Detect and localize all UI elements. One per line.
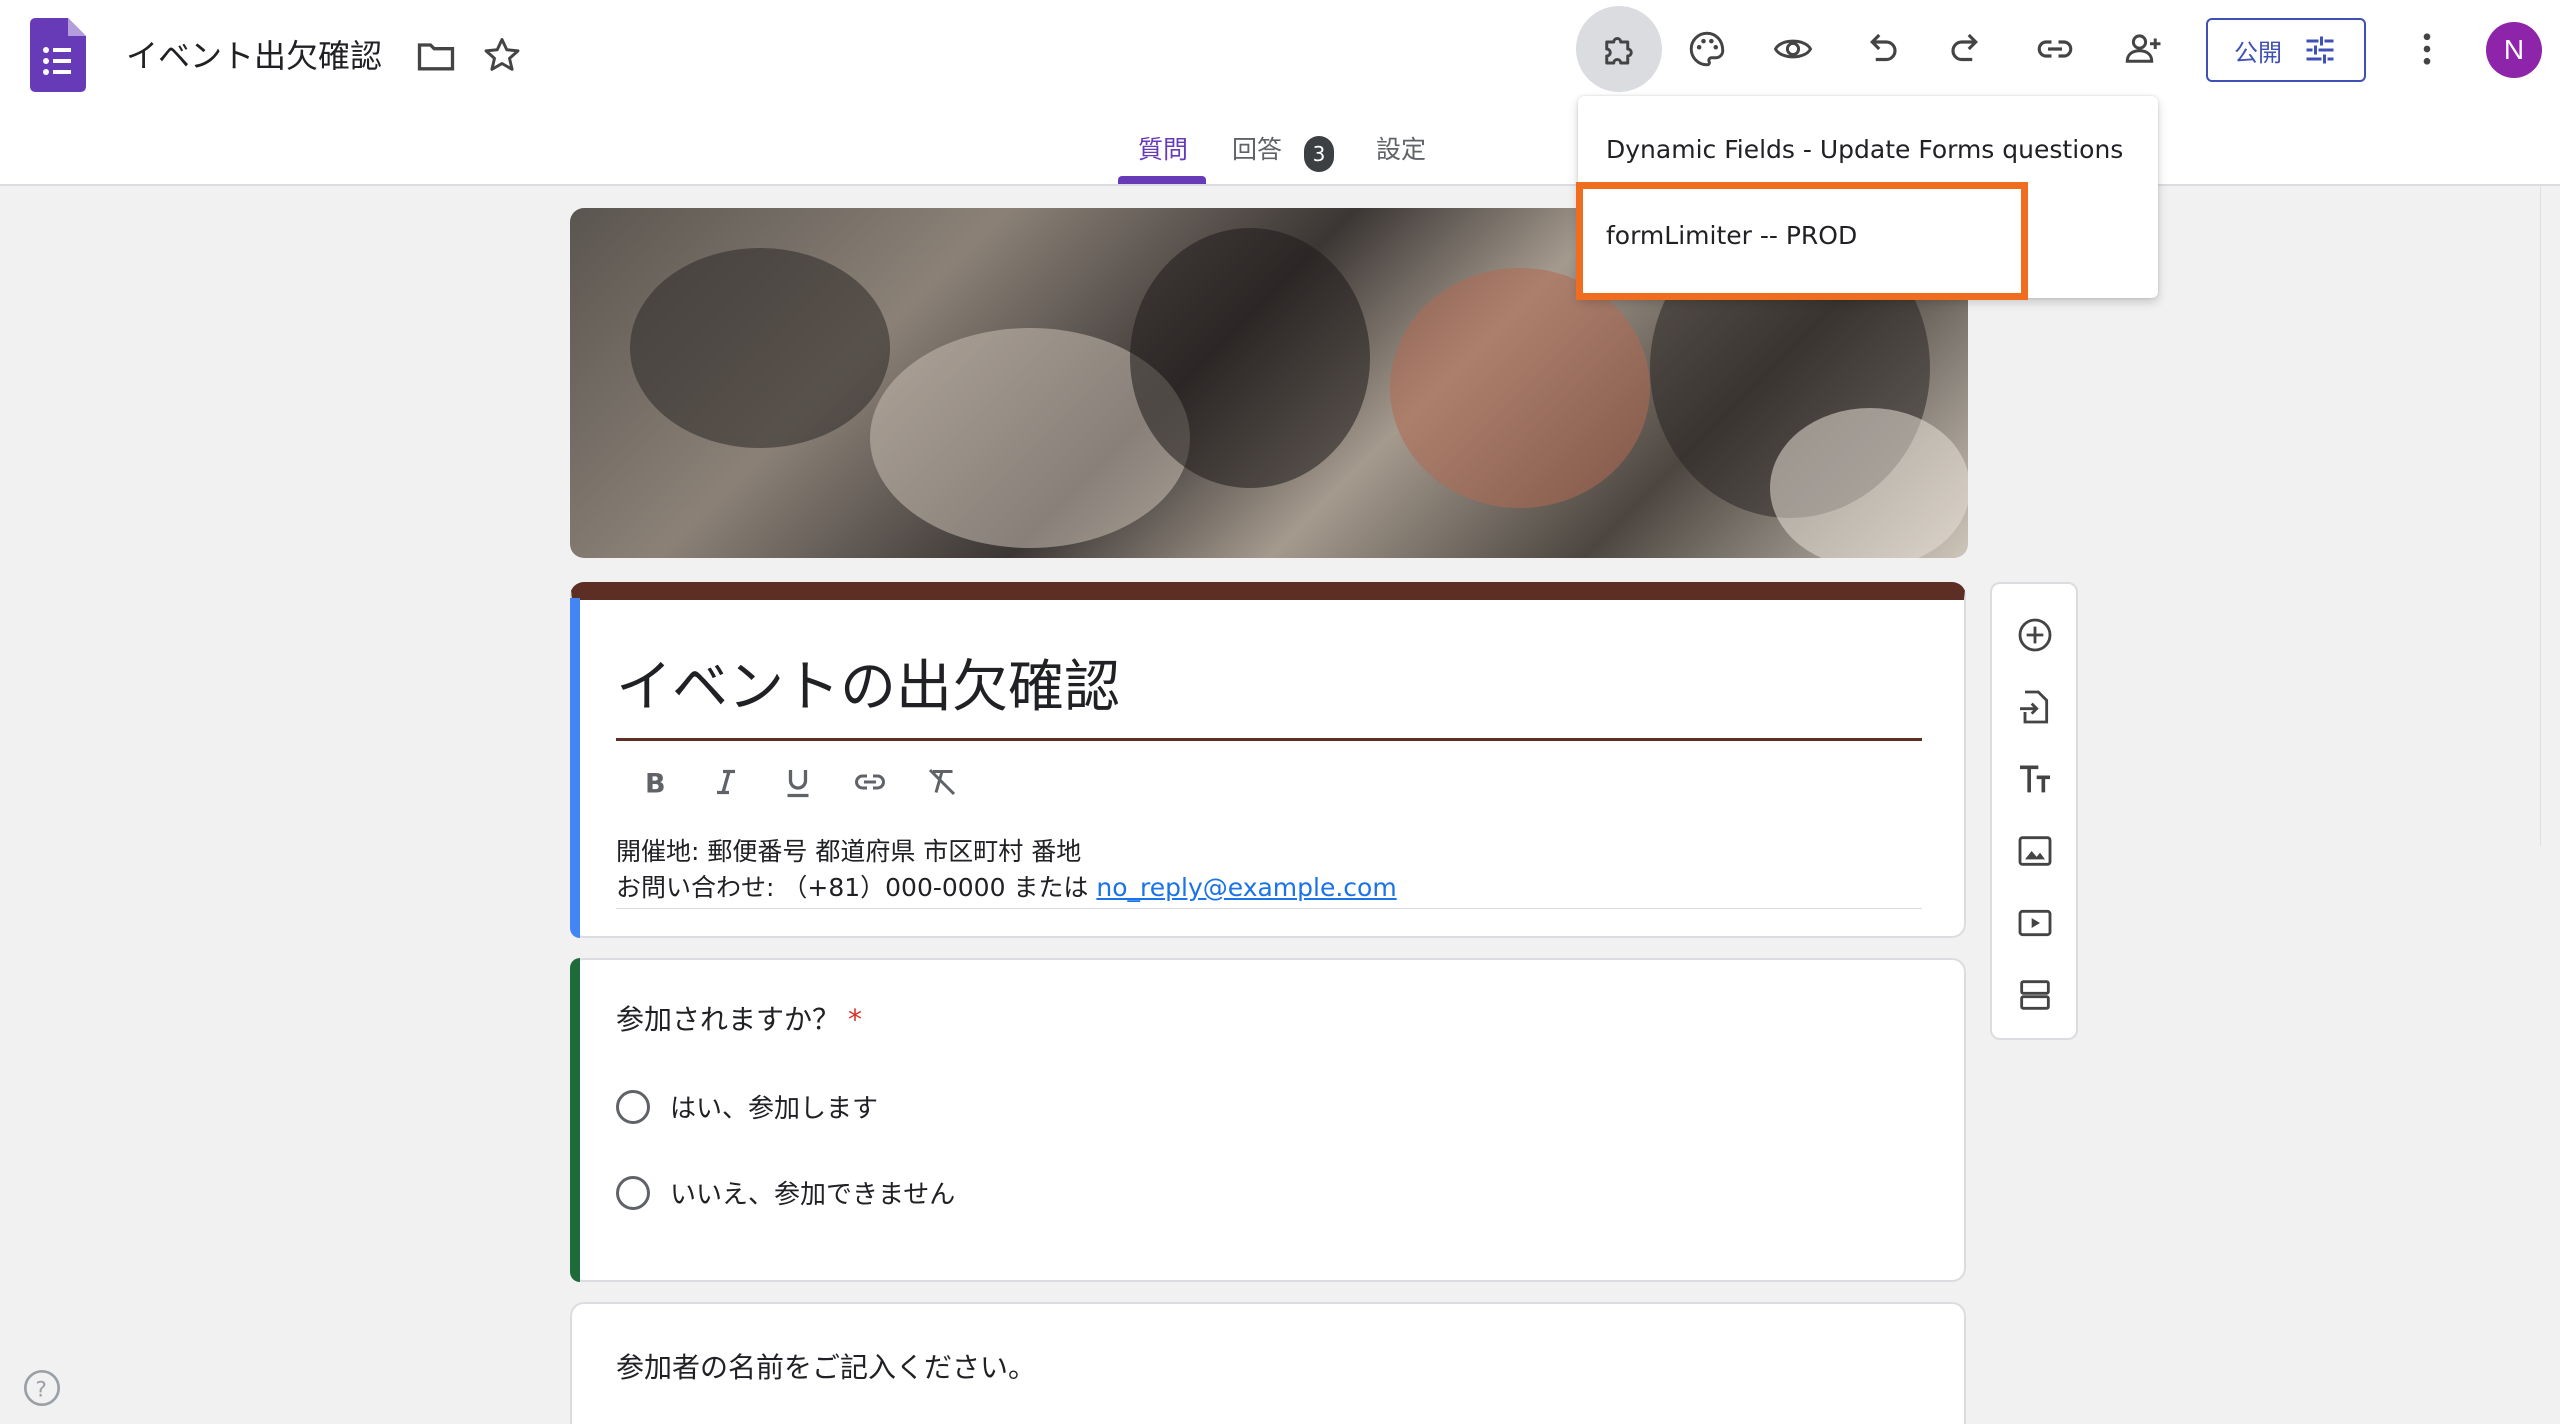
form-title-card[interactable]: イベントの出欠確認 B 開催地: 郵便番号 都道府県 市区町村 番地 お問い合わ…: [570, 582, 1966, 938]
copy-link-button[interactable]: [2012, 6, 2098, 92]
italic-icon: [717, 769, 735, 795]
link-icon: [2037, 40, 2073, 58]
section-icon: [2020, 980, 2050, 1010]
question-accent-bar: [570, 958, 580, 1282]
svg-text:?: ?: [35, 1377, 47, 1402]
insert-link-button[interactable]: [848, 760, 892, 804]
highlight-box: [1576, 182, 2028, 300]
tune-icon: [2306, 36, 2334, 64]
preview-icon: [1773, 39, 1813, 59]
description-underline: [616, 908, 1922, 909]
publish-label: 公開: [2234, 38, 2282, 67]
tab-responses[interactable]: 回答: [1232, 130, 1282, 170]
underline-button[interactable]: [776, 760, 820, 804]
active-tab-indicator: [1118, 176, 1206, 184]
option-no[interactable]: いいえ、参加できません: [616, 1174, 955, 1211]
app-header: イベント出欠確認 公開 N 質問 回答 3 設定: [0, 0, 2560, 186]
add-image-button[interactable]: [2006, 822, 2064, 880]
add-title-button[interactable]: [2006, 750, 2064, 808]
document-title[interactable]: イベント出欠確認: [126, 30, 382, 82]
add-video-button[interactable]: [2006, 894, 2064, 952]
add-question-button[interactable]: [2006, 606, 2064, 664]
star-icon[interactable]: [480, 34, 524, 78]
add-collaborator-icon: [2125, 34, 2161, 63]
title-text-icon: [2020, 765, 2050, 793]
clear-format-button[interactable]: [920, 760, 964, 804]
question-card-attendance[interactable]: 参加されますか？ * はい、参加します いいえ、参加できません: [570, 958, 1966, 1282]
addons-icon: [1605, 37, 1633, 65]
responses-count-badge: 3: [1304, 136, 1334, 172]
option-label: いいえ、参加できません: [670, 1180, 956, 1210]
video-icon: [2018, 909, 2052, 937]
more-options-button[interactable]: [2384, 6, 2470, 92]
menu-item-dynamic-fields[interactable]: Dynamic Fields - Update Forms questions: [1578, 106, 2158, 192]
format-toolbar: B: [632, 760, 964, 820]
redo-icon: [1951, 33, 1978, 62]
addons-button[interactable]: [1576, 6, 1662, 92]
question-text: 参加されますか？: [616, 1003, 841, 1036]
import-questions-button[interactable]: [2006, 678, 2064, 736]
contact-email-link[interactable]: no_reply@example.com: [1096, 873, 1396, 902]
publish-button[interactable]: 公開: [2206, 18, 2366, 82]
floating-side-toolbar: [1990, 582, 2078, 1040]
google-forms-logo[interactable]: [30, 18, 86, 92]
image-icon: [2018, 836, 2052, 866]
add-question-icon: [2018, 618, 2052, 652]
form-description-contact[interactable]: お問い合わせ: （+81）000-0000 または no_reply@examp…: [616, 870, 1397, 906]
radio-button[interactable]: [616, 1089, 650, 1124]
bold-icon: B: [645, 769, 666, 800]
focus-accent-bar: [570, 598, 580, 938]
question-title: 参加されますか？ *: [616, 1000, 862, 1040]
tab-questions[interactable]: 質問: [1138, 130, 1188, 170]
preview-button[interactable]: [1750, 6, 1836, 92]
page-scrollbar[interactable]: [2540, 186, 2560, 846]
account-avatar[interactable]: N: [2486, 22, 2542, 78]
radio-button[interactable]: [616, 1175, 650, 1210]
underline-icon: [787, 770, 809, 798]
link-icon: [855, 774, 885, 790]
bold-button[interactable]: B: [632, 760, 676, 804]
add-collaborator-button[interactable]: [2100, 6, 2186, 92]
tab-settings[interactable]: 設定: [1376, 130, 1426, 170]
form-tabs: 質問 回答 3 設定: [0, 124, 2560, 184]
question-title: 参加者の名前をご記入ください。: [616, 1351, 1037, 1384]
customize-theme-button[interactable]: [1664, 6, 1750, 92]
svg-text:B: B: [645, 769, 666, 800]
title-underline: [616, 738, 1922, 741]
required-mark: *: [848, 1003, 863, 1036]
italic-button[interactable]: [704, 760, 748, 804]
option-label: はい、参加します: [670, 1094, 879, 1124]
import-questions-icon: [2020, 690, 2049, 724]
help-icon[interactable]: ?: [22, 1368, 62, 1408]
form-title[interactable]: イベントの出欠確認: [616, 648, 1120, 728]
folder-icon[interactable]: [414, 34, 458, 78]
question-card-name[interactable]: 参加者の名前をご記入ください。: [570, 1302, 1966, 1424]
redo-button[interactable]: [1924, 6, 2010, 92]
add-section-button[interactable]: [2006, 966, 2064, 1024]
palette-icon: [1689, 31, 1725, 67]
clear-format-icon: [928, 768, 956, 796]
undo-icon: [1870, 33, 1897, 62]
more-vert-icon: [2423, 33, 2431, 65]
form-description-location[interactable]: 開催地: 郵便番号 都道府県 市区町村 番地: [616, 834, 1081, 870]
contact-text: お問い合わせ: （+81）000-0000 または: [616, 873, 1097, 902]
option-yes[interactable]: はい、参加します: [616, 1088, 878, 1125]
undo-button[interactable]: [1838, 6, 1924, 92]
